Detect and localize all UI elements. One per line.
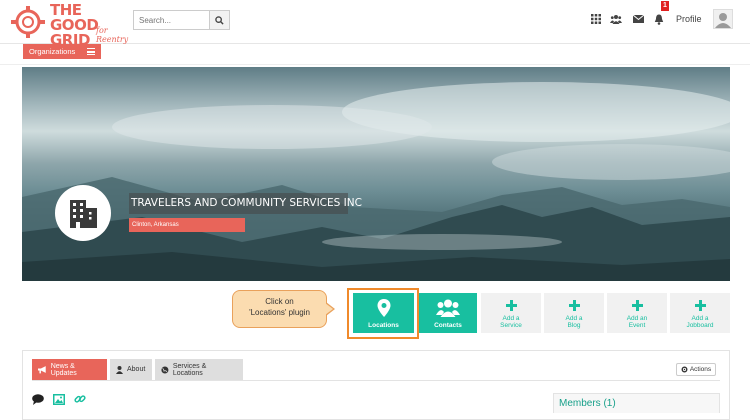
logo-gear-icon [11, 6, 45, 38]
org-bar [0, 44, 750, 65]
envelope-icon[interactable] [632, 13, 644, 25]
plugin-add-event-button[interactable]: Add an Event [607, 293, 667, 333]
plugin-add-event-label: Add an Event [626, 315, 648, 329]
link-icon[interactable] [74, 393, 86, 405]
logo-wordmark: THE GOOD GRID [50, 3, 99, 48]
actions-button[interactable]: Actions [676, 363, 716, 376]
plus-icon [631, 300, 643, 311]
tutorial-callout: Click on 'Locations' plugin [232, 290, 327, 328]
callout-line-2: 'Locations' plugin [249, 308, 310, 317]
logo-tagline: for Reentry [96, 26, 129, 44]
bell-icon[interactable] [653, 13, 665, 25]
notification-badge: 1 [661, 1, 669, 11]
plugin-add-blog-button[interactable]: Add a Blog [544, 293, 604, 333]
org-logo [55, 185, 111, 241]
building-icon [70, 200, 97, 228]
plus-icon [505, 300, 517, 311]
plugin-add-blog-label: Add a Blog [565, 315, 583, 329]
plugin-add-jobboard-label: Add a Jobboard [686, 315, 714, 329]
tab-about[interactable]: About [110, 359, 152, 380]
search-icon [215, 15, 224, 25]
plugin-add-jobboard-button[interactable]: Add a Jobboard [670, 293, 730, 333]
site-logo[interactable]: THE GOOD GRID for Reentry [10, 2, 130, 48]
user-icon [116, 365, 123, 374]
tab-services-locations[interactable]: Services & Locations [155, 359, 243, 380]
globe-icon [161, 365, 169, 374]
org-name: TRAVELERS AND COMMUNITY SERVICES INC [129, 193, 362, 214]
users-icon [436, 299, 460, 317]
organizations-button[interactable]: Organizations [23, 44, 101, 59]
cover-banner [22, 67, 730, 281]
plugin-add-service-label: Add a Service [500, 315, 522, 329]
users-icon[interactable] [610, 13, 622, 25]
callout-arrow-inner [325, 303, 333, 315]
user-silhouette-icon [715, 13, 731, 28]
avatar[interactable] [713, 9, 733, 29]
megaphone-icon [38, 365, 46, 373]
plugin-contacts-button[interactable]: Contacts [419, 293, 477, 333]
members-heading: Members (1) [559, 398, 616, 409]
plus-icon [694, 300, 706, 311]
search-button[interactable] [209, 10, 230, 30]
image-icon[interactable] [53, 393, 65, 405]
tab-news-updates-label: News & Updates [50, 362, 77, 377]
mountain-landscape [22, 82, 730, 281]
top-header: THE GOOD GRID for Reentry Search... 1 Pr… [0, 0, 750, 48]
gears-icon [681, 366, 688, 373]
plugin-add-service-button[interactable]: Add a Service [481, 293, 541, 333]
organizations-label: Organizations [29, 47, 76, 56]
callout-line-1: Click on [265, 297, 294, 306]
tab-about-label: About [127, 366, 146, 373]
tabs-divider [32, 380, 720, 381]
org-location: Clinton, Arkansas [129, 218, 245, 232]
actions-label: Actions [689, 366, 712, 373]
tab-services-locations-label: Services & Locations [172, 362, 207, 377]
tab-news-updates[interactable]: News & Updates [32, 359, 107, 380]
menu-icon [87, 48, 95, 55]
profile-link[interactable]: Profile [676, 14, 702, 24]
search-input[interactable] [133, 10, 210, 30]
plugin-contacts-label: Contacts [434, 322, 462, 329]
comment-icon[interactable] [32, 393, 44, 405]
locations-highlight-box [347, 288, 419, 339]
plus-icon [568, 300, 580, 311]
grid-icon[interactable] [590, 13, 602, 25]
